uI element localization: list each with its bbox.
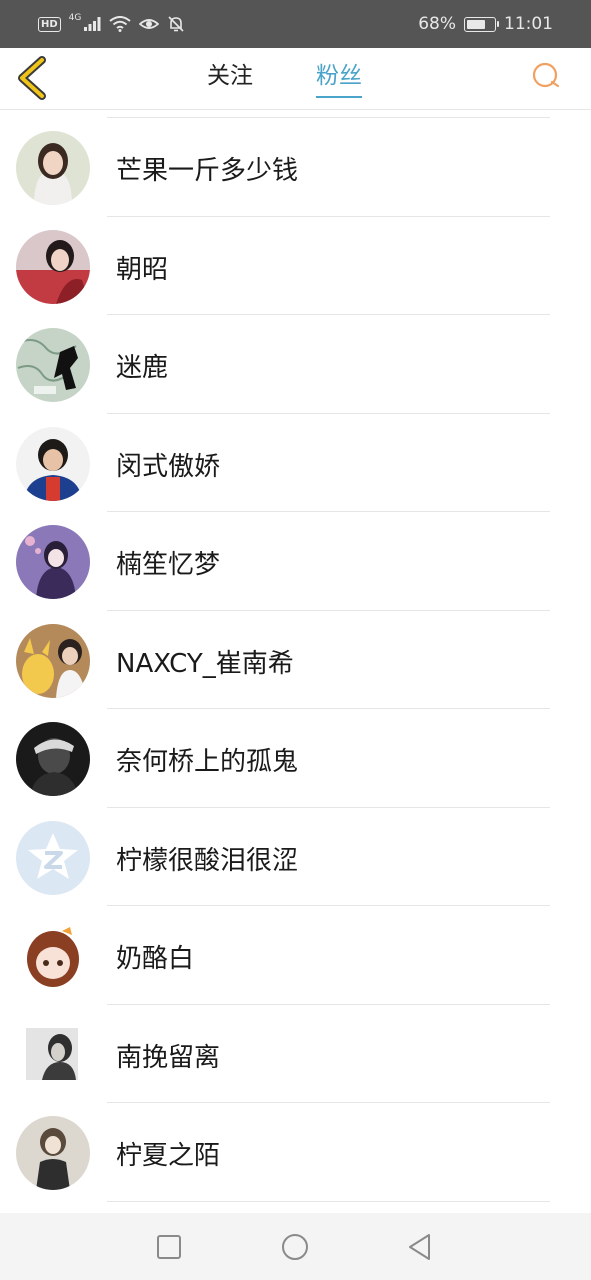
fan-name: 奶酪白 (116, 944, 195, 974)
top-header: 关注 粉丝 (0, 48, 591, 110)
fan-row[interactable]: 芒果一斤多少钱 (0, 118, 591, 217)
back-triangle-icon[interactable] (405, 1232, 435, 1262)
avatar-map-silhouette[interactable] (16, 328, 90, 402)
search-icon (532, 62, 560, 88)
avatar-red-costume[interactable] (16, 229, 90, 304)
battery-percent: 68% (418, 14, 456, 34)
status-right: 68% 11:01 (418, 14, 553, 34)
fan-row[interactable]: 奶酪白 (0, 906, 591, 1005)
fan-row[interactable]: 南挽留离 (0, 1005, 591, 1103)
fan-row[interactable]: 奈何桥上的孤鬼 (0, 709, 591, 808)
hd-badge: HD (38, 16, 61, 32)
avatar-dark-photo[interactable] (16, 722, 90, 796)
fan-name: 柠夏之陌 (116, 1141, 221, 1171)
row-divider (107, 1200, 550, 1202)
fan-name: NAXCY_崔南希 (116, 648, 294, 679)
fan-row[interactable]: 迷鹿 (0, 315, 591, 414)
fan-row[interactable]: 闵式傲娇 (0, 414, 591, 512)
home-icon[interactable] (280, 1232, 310, 1262)
avatar-purple-illustration[interactable] (16, 525, 90, 599)
avatar-default-qzone[interactable] (16, 820, 90, 895)
fan-name: 闵式傲娇 (116, 451, 221, 482)
fan-row[interactable]: 柠檬很酸泪很涩 (0, 808, 591, 906)
avatar-pikachu-photo[interactable] (16, 623, 90, 698)
battery-fill (467, 19, 485, 29)
eye-icon (139, 19, 160, 29)
tab-fans[interactable]: 粉丝 (316, 58, 362, 98)
avatar-boy-photo[interactable] (16, 426, 90, 501)
wifi-icon (109, 16, 131, 32)
fans-list: 芒果一斤多少钱 朝昭 迷鹿 闵式傲娇 楠笙忆梦 NAXCY_崔南希 奈何桥上的孤… (0, 118, 591, 1202)
fan-name: 奈何桥上的孤鬼 (116, 747, 299, 777)
avatar-anime-girl[interactable] (16, 919, 90, 993)
network-type-label: 4G (68, 13, 82, 23)
search-button[interactable] (530, 60, 562, 92)
mute-bell-icon (168, 16, 184, 32)
fan-row[interactable]: 柠夏之陌 (0, 1103, 591, 1202)
system-nav-bar (0, 1213, 591, 1280)
back-button[interactable] (14, 56, 50, 100)
avatar-figure-illustration[interactable] (16, 1116, 90, 1190)
fan-row[interactable]: 楠笙忆梦 (0, 512, 591, 611)
fan-row[interactable]: 朝昭 (0, 217, 591, 315)
fan-name: 芒果一斤多少钱 (116, 156, 299, 186)
fan-name: 迷鹿 (116, 353, 169, 383)
avatar-girl-photo[interactable] (16, 131, 90, 205)
signal-icon (84, 17, 101, 31)
tab-follow[interactable]: 关注 (207, 58, 253, 98)
fan-name: 南挽留离 (116, 1042, 221, 1073)
fan-name: 柠檬很酸泪很涩 (116, 845, 299, 876)
battery-icon (464, 16, 499, 32)
avatar-grey-photo[interactable] (26, 1027, 78, 1080)
recent-apps-icon[interactable] (154, 1232, 184, 1262)
status-bar: HD 4G 68% 11:01 (0, 0, 591, 48)
chevron-left-icon (18, 56, 46, 100)
fan-row[interactable]: NAXCY_崔南希 (0, 611, 591, 709)
status-left: HD 4G (38, 13, 185, 33)
clock: 11:01 (504, 14, 553, 34)
fan-name: 楠笙忆梦 (116, 550, 221, 580)
fan-name: 朝昭 (116, 254, 169, 285)
